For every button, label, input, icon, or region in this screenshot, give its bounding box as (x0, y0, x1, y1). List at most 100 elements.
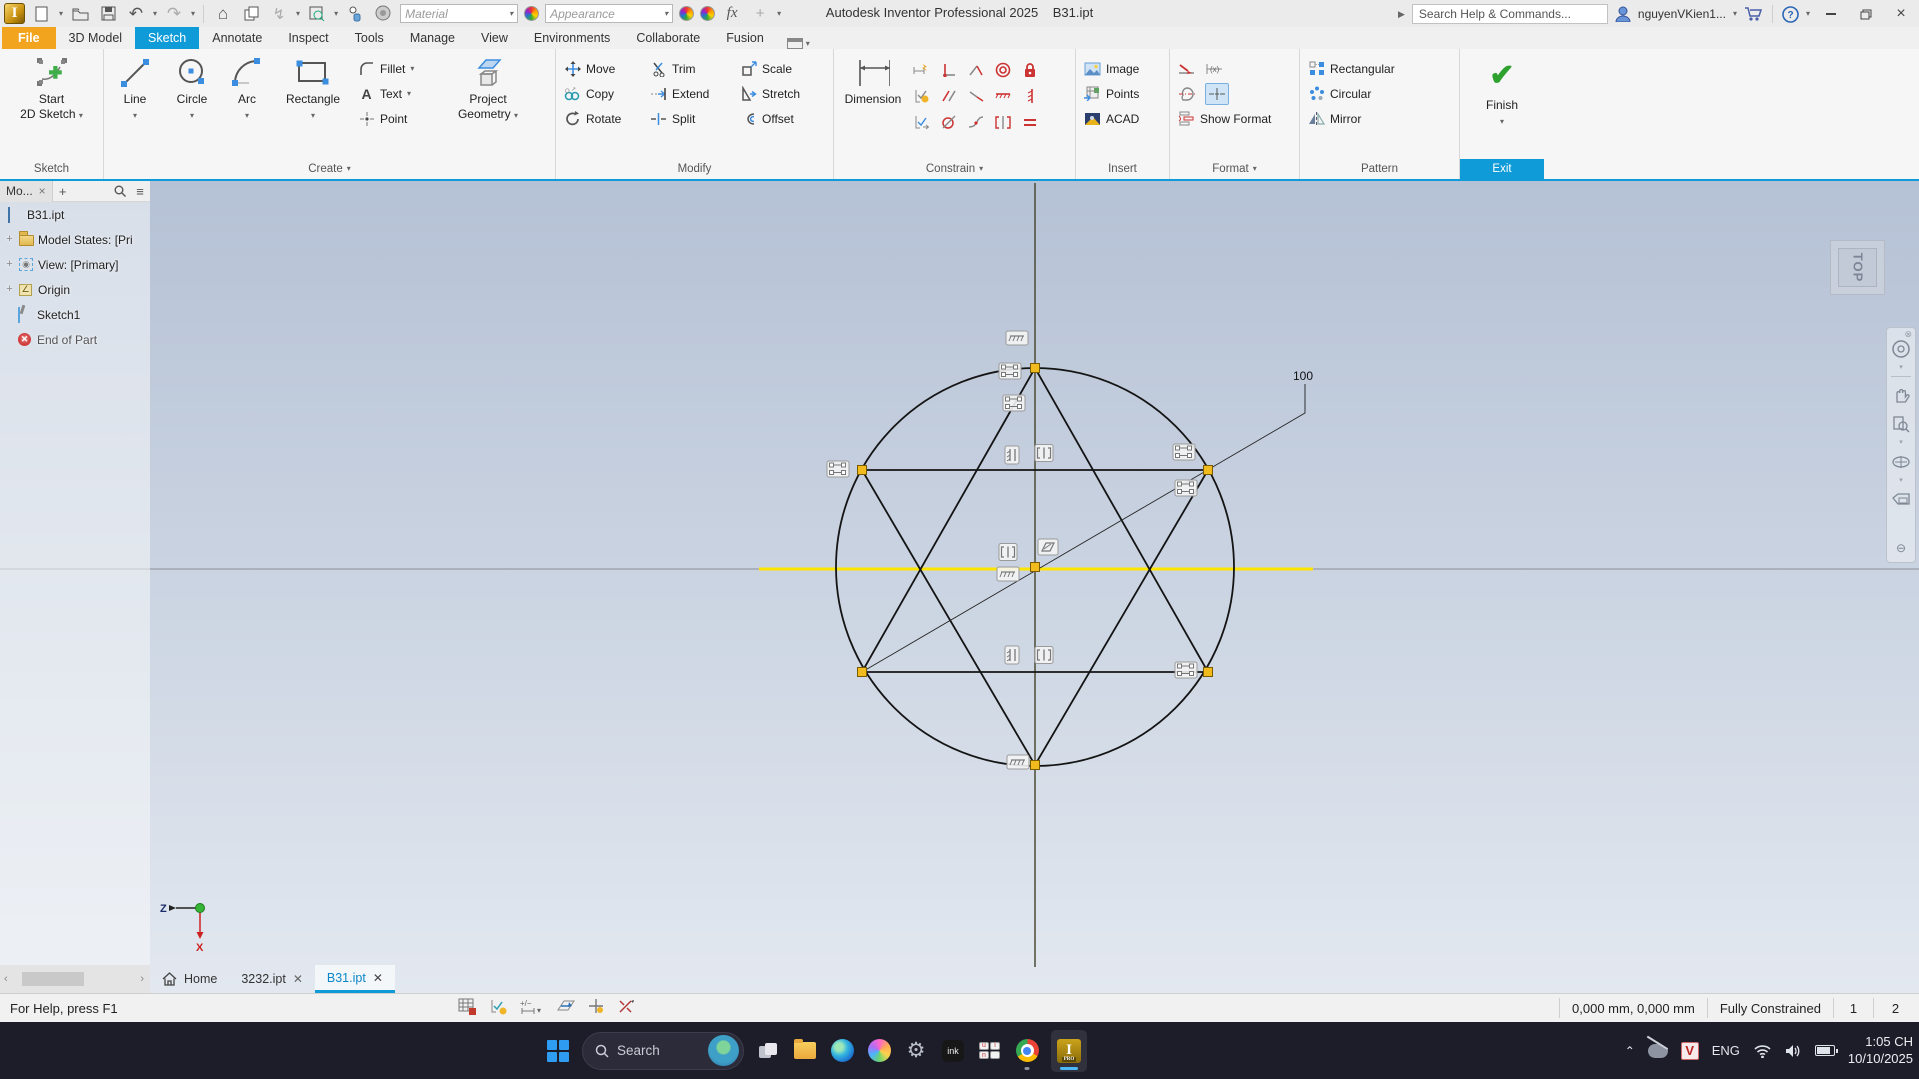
view-cube[interactable]: TOP (1830, 240, 1885, 295)
panel-label-format[interactable]: Format ▾ (1170, 159, 1299, 179)
circular-pattern-button[interactable]: Circular (1304, 81, 1454, 106)
mirror-button[interactable]: Mirror (1304, 106, 1454, 131)
fillet-button[interactable]: Fillet ▾ (354, 56, 446, 81)
chevron-down-icon[interactable]: ▾ (1733, 10, 1737, 18)
symmetric-constraint-glyph[interactable] (1034, 645, 1054, 665)
panel-label-create[interactable]: Create ▾ (104, 159, 555, 179)
panel-label-exit[interactable]: Exit (1460, 159, 1544, 179)
help-icon[interactable]: ? (1782, 5, 1799, 23)
navigation-wheel-icon[interactable] (1890, 338, 1912, 360)
signed-in-user[interactable]: nguyenVKien1... (1638, 7, 1726, 21)
offset-button[interactable]: Offset (736, 106, 828, 131)
browser-node-origin[interactable]: + ∠ Origin (0, 277, 150, 302)
home-button[interactable]: ⌂ (212, 3, 234, 25)
horizontal-constraint-glyph[interactable] (996, 566, 1020, 582)
panel-label-pattern[interactable]: Pattern (1300, 159, 1459, 179)
show-constraints-icon[interactable] (908, 109, 935, 135)
graphics-window[interactable]: 100 Z X (0, 181, 1919, 993)
undo-button[interactable]: ↶ (125, 3, 147, 25)
adjust-appearance-icon[interactable] (679, 6, 695, 21)
search-highlight-image[interactable] (708, 1035, 739, 1066)
tangent-constraint-icon[interactable] (935, 109, 962, 135)
close-button[interactable]: × (1887, 3, 1915, 25)
expand-plus-icon[interactable]: + (4, 234, 15, 245)
render-sphere-icon[interactable] (372, 3, 394, 25)
navbar-minus-icon[interactable]: ⊖ (1890, 537, 1912, 559)
unikey-tray-icon[interactable]: V (1680, 1041, 1699, 1060)
perpendicular-constraint-icon[interactable] (935, 57, 962, 83)
restore-button[interactable] (1852, 3, 1880, 25)
concentric-constraint-icon[interactable] (989, 57, 1016, 83)
coincident-constraint-glyph[interactable] (1172, 443, 1196, 461)
tab-view[interactable]: View (468, 27, 521, 49)
precise-input-icon[interactable] (588, 998, 605, 1018)
open-file-button[interactable] (69, 3, 91, 25)
extend-button[interactable]: Extend (646, 81, 736, 106)
browser-search-icon[interactable] (110, 185, 130, 197)
language-indicator[interactable]: ENG (1712, 1043, 1740, 1058)
collinear-constraint-icon[interactable] (962, 83, 989, 109)
rectangular-pattern-button[interactable]: Rectangular (1304, 56, 1454, 81)
smooth-constraint-icon[interactable] (962, 109, 989, 135)
construction-icon[interactable] (1178, 85, 1195, 102)
constraint-persistence-icon[interactable] (617, 998, 635, 1018)
volume-icon[interactable] (1785, 1044, 1802, 1058)
tab-collaborate[interactable]: Collaborate (623, 27, 713, 49)
constraint-inference-icon[interactable] (490, 998, 508, 1018)
taskbar-clock[interactable]: 1:05 CH 10/10/2025 (1848, 1034, 1913, 1068)
start-2d-sketch-button[interactable]: Start 2D Sketch ▾ (16, 52, 87, 159)
user-avatar-icon[interactable] (1615, 6, 1631, 22)
close-icon[interactable]: ⊗ (1904, 329, 1912, 340)
start-button[interactable] (545, 1038, 571, 1064)
horizontal-constraint-icon[interactable] (989, 83, 1016, 109)
dimension-display-icon[interactable]: (x) (1205, 60, 1222, 77)
wifi-icon[interactable] (1753, 1044, 1772, 1058)
ribbon-display-toggle[interactable]: ▾ (786, 38, 810, 49)
inventor-taskbar-button[interactable]: I PRO (1051, 1029, 1087, 1072)
orbit-icon[interactable] (1890, 451, 1912, 473)
tab-3d-model[interactable]: 3D Model (56, 27, 136, 49)
expand-plus-icon[interactable]: + (4, 259, 15, 270)
tab-environments[interactable]: Environments (521, 27, 623, 49)
point-button[interactable]: Point (354, 106, 446, 131)
symmetric-constraint-glyph[interactable] (998, 542, 1018, 562)
expand-arrow-icon[interactable]: ▶ (1398, 9, 1405, 20)
add-qat-button[interactable]: + (749, 3, 771, 25)
sketch-canvas[interactable]: 100 Z X (0, 181, 1919, 993)
browser-node-sketch1[interactable]: Sketch1 (0, 302, 150, 327)
qat-customize-icon[interactable]: ▾ (777, 9, 781, 18)
scale-button[interactable]: Scale (736, 56, 828, 81)
coincident-constraint-glyph[interactable] (1002, 394, 1026, 412)
unikey-button[interactable]: uin (977, 1038, 1003, 1064)
close-icon[interactable]: × (39, 184, 46, 198)
appearance-dropdown[interactable]: Appearance ▾ (545, 4, 674, 23)
line-button[interactable]: Line ▾ (108, 52, 162, 159)
circle-button[interactable]: Circle ▾ (164, 52, 220, 159)
browser-horizontal-scrollbar[interactable]: ‹ › (0, 965, 150, 993)
parameters-fx-button[interactable]: fx (721, 3, 743, 25)
rotate-button[interactable]: Rotate (560, 106, 646, 131)
coincident-constraint-glyph[interactable] (1174, 661, 1198, 679)
image-button[interactable]: Image (1080, 56, 1164, 81)
taskbar-search[interactable]: Search (582, 1031, 744, 1070)
slice-graphics-icon[interactable] (556, 998, 576, 1018)
horizontal-constraint-glyph[interactable] (1006, 754, 1030, 770)
chevron-down-icon[interactable]: ▾ (191, 9, 195, 18)
chevron-down-icon[interactable]: ▾ (59, 9, 63, 18)
panel-label-modify[interactable]: Modify (556, 159, 833, 179)
parallel-constraint-glyph[interactable] (1037, 538, 1059, 556)
dimension-line[interactable] (861, 384, 1306, 673)
browser-node-model-states[interactable]: + Model States: [Pri (0, 227, 150, 252)
tab-file[interactable]: File (2, 27, 56, 49)
constraint-settings-icon[interactable] (908, 83, 935, 109)
pan-hand-icon[interactable] (1890, 384, 1912, 406)
horizontal-constraint-glyph[interactable] (1005, 330, 1029, 346)
doc-tab-b31[interactable]: B31.ipt ✕ (314, 965, 395, 993)
redo-button[interactable]: ↷ (163, 3, 185, 25)
tab-manage[interactable]: Manage (397, 27, 468, 49)
split-button[interactable]: Split (646, 106, 736, 131)
inventor-app-icon[interactable]: I (4, 3, 25, 24)
chrome-button[interactable] (1014, 1038, 1040, 1070)
chevron-down-icon[interactable]: ▾ (1899, 439, 1903, 446)
browser-node-end-of-part[interactable]: ✕ End of Part (0, 327, 150, 352)
